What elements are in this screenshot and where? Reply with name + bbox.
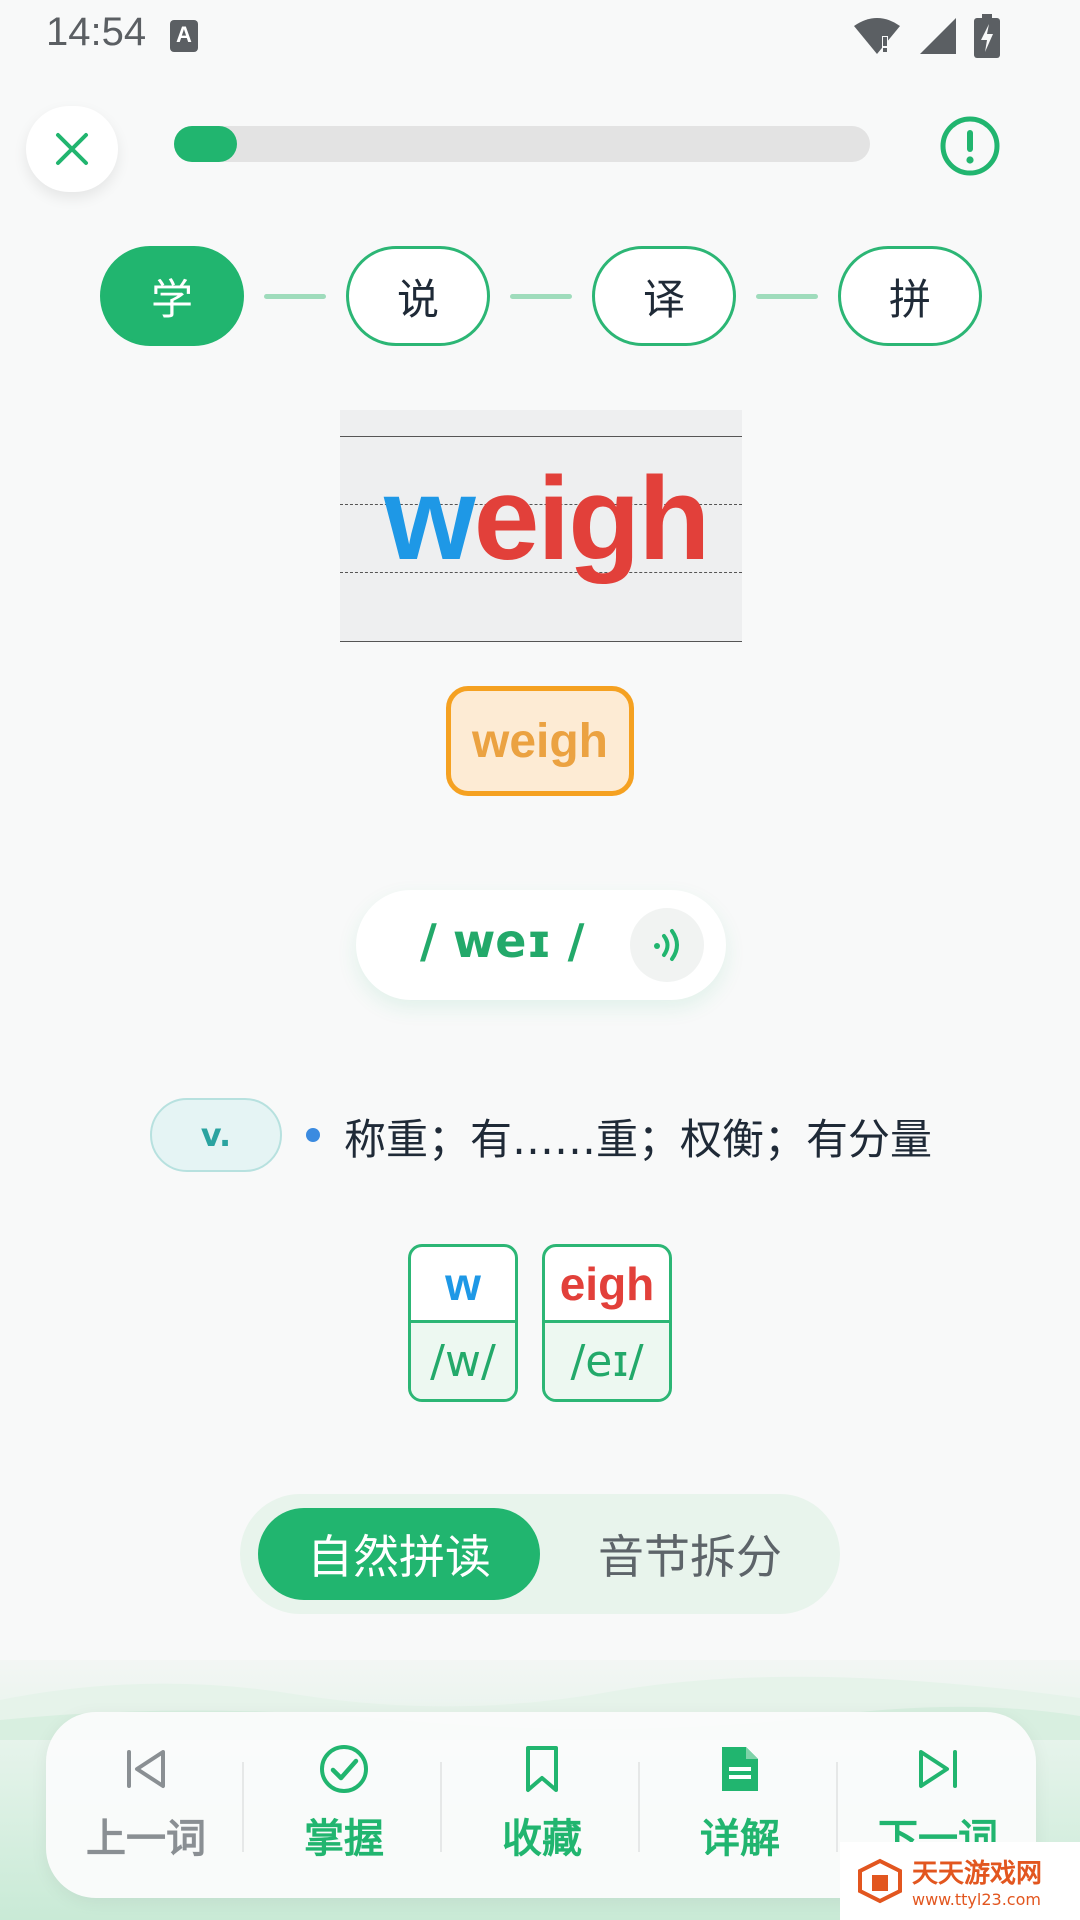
definition-text: 称重；有……重；权衡；有分量: [344, 1115, 933, 1164]
phonics-card[interactable]: w /w/: [408, 1244, 518, 1402]
nav-favorite[interactable]: 收藏: [462, 1742, 622, 1872]
phonetic-pill[interactable]: / weɪ /: [356, 890, 726, 1000]
status-icons: [852, 14, 1000, 58]
signal-icon: [920, 18, 956, 54]
sound-icon: [654, 929, 679, 961]
progress-fill: [174, 126, 237, 162]
phonetic-text: / weɪ /: [420, 914, 585, 968]
previous-icon: [127, 1750, 165, 1788]
nav-mastered[interactable]: 掌握: [264, 1742, 424, 1872]
battery-icon: [974, 14, 1000, 58]
watermark: 天天游戏网 www.ttyl23.com: [840, 1842, 1080, 1920]
play-audio-button[interactable]: [630, 908, 704, 982]
check-circle-icon: [320, 1745, 368, 1793]
nav-label: 掌握: [304, 1816, 384, 1862]
exclamation-icon: [940, 116, 1000, 176]
phonics-letters: eigh: [545, 1247, 669, 1323]
word-chip[interactable]: weigh: [446, 686, 634, 796]
bullet-dot: [306, 1128, 320, 1142]
word-writing-box: weigh: [340, 410, 742, 642]
nav-label: 收藏: [502, 1816, 582, 1862]
nav-label: 上一词: [86, 1816, 206, 1862]
watermark-title: 天天游戏网: [912, 1859, 1043, 1889]
syllable-mode-tab[interactable]: 音节拆分: [560, 1508, 820, 1600]
word-display: weigh: [384, 460, 710, 578]
phonics-mode-tab[interactable]: 自然拼读: [258, 1508, 540, 1600]
step-translate[interactable]: 译: [592, 246, 736, 346]
step-learn[interactable]: 学: [100, 246, 244, 346]
bookmark-icon: [526, 1746, 558, 1792]
wifi-icon: [854, 18, 900, 54]
watermark-url: www.ttyl23.com: [912, 1890, 1041, 1909]
phonics-letters: w: [411, 1247, 515, 1323]
nav-label: 详解: [700, 1816, 780, 1862]
next-icon: [919, 1750, 957, 1788]
step-speak[interactable]: 说: [346, 246, 490, 346]
document-icon: [722, 1747, 758, 1791]
step-connector: [264, 294, 326, 299]
step-connector: [510, 294, 572, 299]
progress-bar: [174, 126, 870, 162]
status-time: 14:54: [46, 10, 147, 54]
close-button[interactable]: [26, 106, 118, 192]
word-rest: eigh: [473, 453, 711, 585]
watermark-logo-icon: [858, 1858, 902, 1904]
close-icon: [56, 133, 88, 165]
report-button[interactable]: [938, 114, 1002, 178]
step-spell[interactable]: 拼: [838, 246, 982, 346]
phonics-card[interactable]: eigh /eɪ/: [542, 1244, 672, 1402]
part-of-speech-badge: v.: [150, 1098, 282, 1172]
mode-toggle: 自然拼读 音节拆分: [240, 1494, 840, 1614]
phonics-sound: /eɪ/: [545, 1323, 669, 1399]
word-prefix: w: [384, 453, 476, 585]
nav-previous-word[interactable]: 上一词: [66, 1742, 226, 1872]
nav-details[interactable]: 详解: [660, 1742, 820, 1872]
notification-badge: A: [170, 20, 198, 52]
step-connector: [756, 294, 818, 299]
phonics-sound: /w/: [411, 1323, 515, 1399]
